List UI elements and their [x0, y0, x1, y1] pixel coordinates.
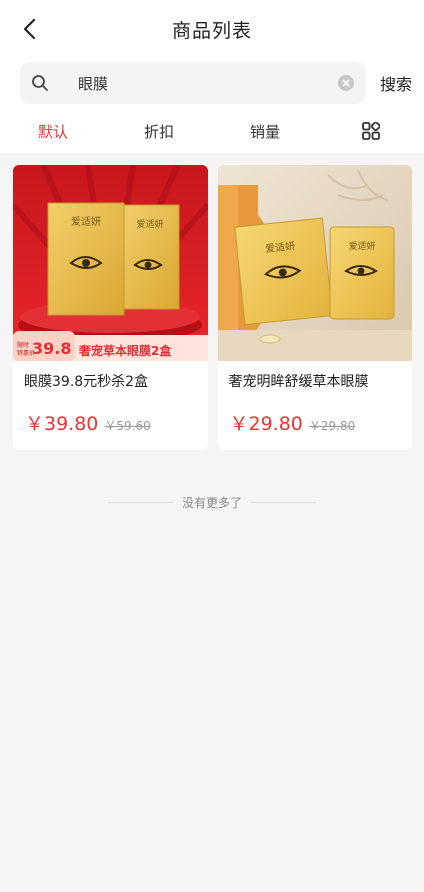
product-title: 奢宠明眸舒缓草本眼膜	[228, 374, 369, 390]
svg-text:爱适妍: 爱适妍	[136, 218, 163, 230]
top-bar: 商品列表	[0, 0, 424, 58]
product-card[interactable]: 爱适妍 爱适妍 限时 特惠价 39.8 奢宠草本眼膜2盒 眼膜39.8元秒杀2盒…	[13, 165, 208, 450]
svg-text:爱适妍: 爱适妍	[348, 240, 375, 252]
search-input[interactable]	[60, 61, 338, 105]
back-button[interactable]	[14, 14, 44, 44]
chevron-left-icon	[23, 18, 36, 40]
product-card[interactable]: 爱适妍 爱适妍 奢宠明眸舒缓草本眼膜 ￥29.80 ￥29.80	[217, 165, 413, 450]
svg-text:限时: 限时	[17, 341, 29, 349]
no-more-indicator: 没有更多了	[0, 494, 424, 511]
product-grid: 爱适妍 爱适妍 限时 特惠价 39.8 奢宠草本眼膜2盒 眼膜39.8元秒杀2盒…	[0, 155, 424, 450]
search-icon	[20, 74, 60, 92]
original-price: ￥59.60	[104, 419, 151, 433]
product-title: 眼膜39.8元秒杀2盒	[24, 374, 149, 390]
divider	[250, 502, 316, 503]
svg-text:奢宠草本眼膜2盒: 奢宠草本眼膜2盒	[78, 343, 172, 358]
layout-toggle-button[interactable]	[318, 122, 424, 140]
product-price: ￥29.80	[229, 413, 303, 435]
price-row: ￥29.80 ￥29.80	[218, 399, 413, 450]
no-more-text: 没有更多了	[181, 496, 242, 510]
svg-text:39.8: 39.8	[32, 339, 71, 358]
search-row: 搜索	[0, 58, 424, 108]
product-image: 爱适妍 爱适妍 限时 特惠价 39.8 奢宠草本眼膜2盒	[13, 165, 208, 361]
tab-sales[interactable]: 销量	[212, 121, 318, 142]
clear-icon[interactable]	[337, 75, 354, 91]
price-row: ￥39.80 ￥59.60	[13, 399, 208, 450]
tab-default[interactable]: 默认	[0, 121, 106, 142]
svg-text:爱适妍: 爱适妍	[71, 215, 101, 228]
divider	[107, 502, 174, 503]
tab-discount[interactable]: 折扣	[106, 121, 212, 142]
original-price: ￥29.80	[308, 419, 356, 433]
sort-tabs: 默认 折扣 销量	[0, 108, 424, 155]
grid-icon	[362, 122, 380, 140]
product-price: ￥39.80	[25, 413, 99, 435]
page-title: 商品列表	[171, 19, 252, 42]
search-box[interactable]	[20, 61, 366, 105]
product-image: 爱适妍 爱适妍	[217, 165, 412, 361]
search-button[interactable]: 搜索	[380, 71, 412, 95]
